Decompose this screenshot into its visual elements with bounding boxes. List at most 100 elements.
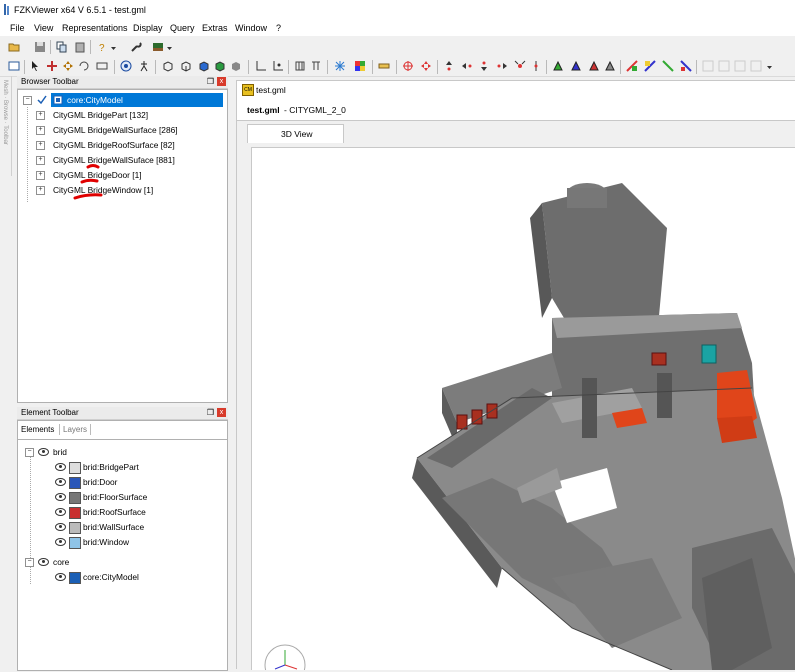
wrench-icon[interactable]	[130, 41, 142, 53]
paste-icon[interactable]	[74, 41, 86, 53]
screenshot-icon[interactable]	[8, 60, 20, 72]
pin-icon[interactable]: ❒	[207, 407, 214, 419]
walk-icon[interactable]	[138, 60, 150, 72]
tab-elements[interactable]: Elements	[21, 425, 54, 434]
element-tabs: Elements Layers	[17, 420, 228, 439]
menu-help[interactable]: ?	[276, 23, 281, 33]
rotate-x-icon[interactable]	[552, 60, 564, 72]
tree-root-row[interactable]: − core:CityModel	[23, 93, 223, 107]
measure-icon[interactable]	[378, 60, 390, 72]
nav-down-icon[interactable]	[478, 60, 490, 72]
fit-icon[interactable]	[420, 60, 432, 72]
view-side-icon[interactable]	[180, 60, 192, 72]
view-iso-icon[interactable]	[198, 60, 210, 72]
axes-icon[interactable]	[255, 60, 267, 72]
visibility-eye-icon[interactable]	[55, 573, 66, 581]
visibility-eye-icon[interactable]	[55, 523, 66, 531]
clip-3-icon[interactable]	[662, 60, 674, 72]
close-icon[interactable]: x	[217, 77, 226, 86]
copy-icon[interactable]	[56, 41, 68, 53]
view-shaded-icon[interactable]	[230, 60, 242, 72]
terrain-icon[interactable]	[152, 41, 164, 53]
roof-surface-icon	[69, 507, 81, 519]
app-icon	[4, 4, 9, 15]
main-toolbar: ?	[0, 37, 795, 57]
collapse-icon[interactable]: −	[23, 96, 32, 105]
zoom-window-icon[interactable]	[96, 60, 108, 72]
element-panel-header: Element Toolbar ❒ x	[17, 407, 228, 420]
browser-tree: − core:CityModel + CityGML BridgePart [13…	[17, 89, 228, 403]
select-icon[interactable]	[30, 60, 42, 72]
side-tab-strip[interactable]: Mesh · Browse · Toolbar	[2, 76, 12, 176]
element-panel: Element Toolbar ❒ x Elements Layers − br…	[17, 407, 228, 671]
visibility-eye-icon[interactable]	[38, 558, 49, 566]
orbit-icon[interactable]	[120, 60, 132, 72]
checkbox-icon[interactable]	[37, 95, 47, 105]
clip-2-icon[interactable]	[644, 60, 656, 72]
menu-extras[interactable]: Extras	[202, 23, 228, 33]
schema-label: - CITYGML_2_0	[284, 105, 346, 115]
menu-display[interactable]: Display	[133, 23, 163, 33]
color-palette-icon[interactable]	[354, 60, 366, 72]
rotate-free-icon[interactable]	[604, 60, 616, 72]
nav-left-icon[interactable]	[461, 60, 473, 72]
move-icon[interactable]	[62, 60, 74, 72]
chevron-down-icon[interactable]	[766, 60, 773, 72]
bridge-3d-model	[412, 183, 795, 671]
browser-panel-title: Browser Toolbar	[21, 77, 79, 86]
wall-surface-icon	[69, 522, 81, 534]
menu-query[interactable]: Query	[170, 23, 195, 33]
help-icon[interactable]: ?	[96, 41, 108, 53]
menu-bar: File View Representations Display Query …	[0, 22, 795, 36]
snowflake-icon[interactable]	[334, 60, 346, 72]
clip-1-icon[interactable]	[626, 60, 638, 72]
visibility-eye-icon[interactable]	[55, 493, 66, 501]
visibility-eye-icon[interactable]	[55, 508, 66, 516]
visibility-eye-icon[interactable]	[55, 463, 66, 471]
document-info-bar: test.gml - CITYGML_2_0	[237, 98, 795, 121]
axis-gizmo-icon	[264, 644, 306, 670]
rotate-z-icon[interactable]	[588, 60, 600, 72]
chevron-down-icon[interactable]	[166, 41, 173, 53]
pan-icon[interactable]	[46, 60, 58, 72]
section-icon[interactable]	[310, 60, 322, 72]
city-model-icon	[53, 95, 63, 105]
nav-up-icon[interactable]	[443, 60, 455, 72]
open-folder-icon[interactable]	[8, 41, 20, 53]
nav-center-icon[interactable]	[514, 60, 526, 72]
view-front-icon[interactable]	[162, 60, 174, 72]
grid-icon[interactable]	[294, 60, 306, 72]
visibility-eye-icon[interactable]	[38, 448, 49, 456]
browser-panel: Browser Toolbar ❒ x − core:CityModel + Ci…	[17, 76, 228, 403]
target-icon[interactable]	[402, 60, 414, 72]
3d-viewport[interactable]	[251, 147, 795, 671]
nav-zoom-icon[interactable]	[530, 60, 542, 72]
close-icon[interactable]: x	[217, 408, 226, 417]
visibility-eye-icon[interactable]	[55, 478, 66, 486]
rotate-icon[interactable]	[78, 60, 90, 72]
floor-surface-icon	[69, 492, 81, 504]
view-toolbar	[0, 57, 795, 77]
chevron-down-icon[interactable]	[110, 41, 117, 53]
window-title: FZKViewer x64 V 6.5.1 - test.gml	[14, 5, 146, 15]
clip-4-icon[interactable]	[680, 60, 692, 72]
nav-right-icon[interactable]	[496, 60, 508, 72]
view-top-icon[interactable]	[214, 60, 226, 72]
document-tab[interactable]: CM test.gml	[236, 80, 795, 99]
gml-file-icon: CM	[242, 84, 254, 96]
pin-icon[interactable]: ❒	[207, 76, 214, 88]
tab-3d-view[interactable]: 3D View	[247, 124, 344, 143]
rotate-y-icon[interactable]	[570, 60, 582, 72]
menu-representations[interactable]: Representations	[62, 23, 128, 33]
browser-panel-header: Browser Toolbar ❒ x	[17, 76, 228, 89]
menu-view[interactable]: View	[34, 23, 53, 33]
file-name: test.gml	[247, 105, 280, 115]
visibility-eye-icon[interactable]	[55, 538, 66, 546]
document-area: test.gml - CITYGML_2_0 3D View	[236, 98, 795, 671]
menu-file[interactable]: File	[10, 23, 25, 33]
menu-window[interactable]: Window	[235, 23, 267, 33]
tab-layers[interactable]: Layers	[63, 425, 87, 434]
title-bar: FZKViewer x64 V 6.5.1 - test.gml	[0, 0, 795, 22]
save-icon[interactable]	[34, 41, 46, 53]
axes-label-icon[interactable]	[272, 60, 284, 72]
